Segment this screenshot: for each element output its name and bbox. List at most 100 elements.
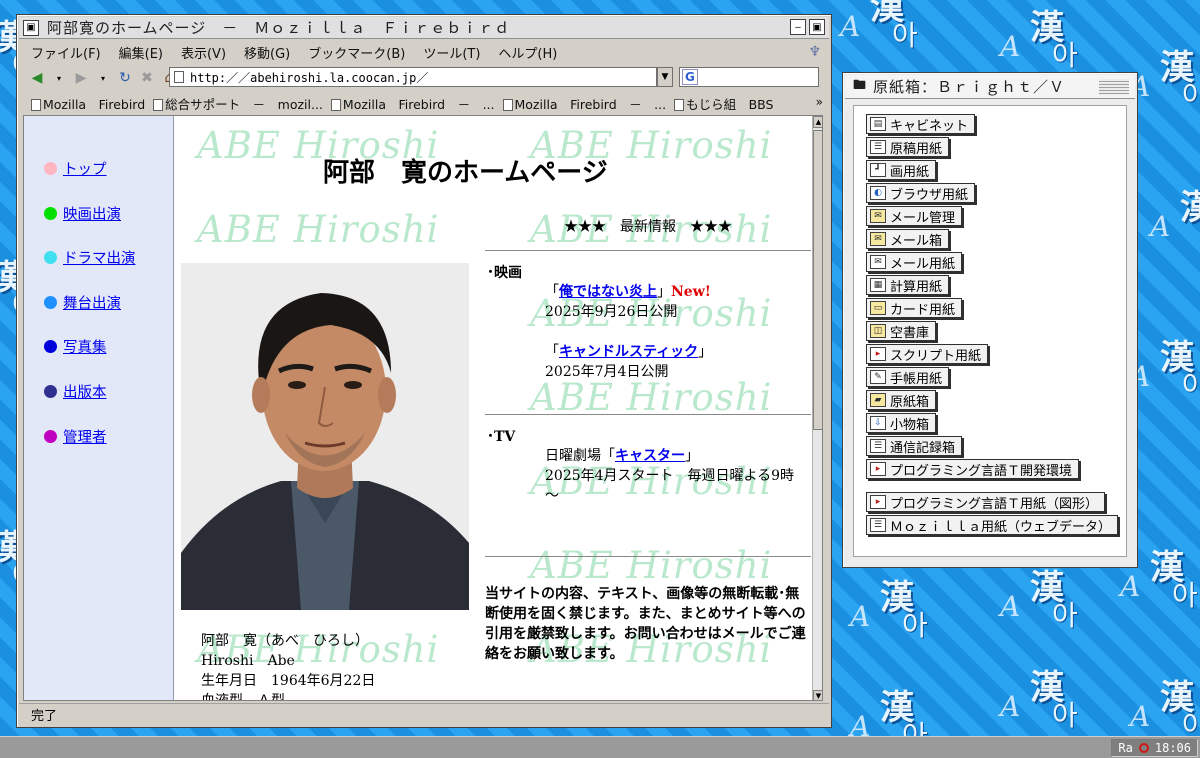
profile-bloodtype: 血液型 Ａ型 [201, 693, 285, 701]
scroll-thumb[interactable] [813, 130, 822, 430]
nav-stage[interactable]: 舞台出演 [44, 292, 121, 313]
bookmark-item[interactable]: 総合サポート － mozil... [153, 94, 323, 113]
movie1-link[interactable]: 俺ではない炎上 [559, 284, 657, 300]
bookmark-item[interactable]: もじら組 BBS [674, 94, 773, 113]
status-bar: 完了 [19, 703, 829, 725]
nav-photobooks[interactable]: 写真集 [44, 336, 107, 357]
power-icon[interactable] [1138, 743, 1149, 753]
item-accessory-box[interactable]: ⇩ 小物箱 [866, 413, 937, 433]
item-mailbox[interactable]: ✉ メール箱 [866, 229, 950, 249]
item-mail-manager[interactable]: ✉ メール管理 [866, 206, 963, 226]
tv-link[interactable]: キャスター [615, 448, 685, 464]
nav-bullet-icon [44, 296, 57, 309]
item-label: 小物箱 [890, 417, 930, 433]
scroll-up-icon[interactable]: ▲ [813, 116, 822, 128]
item-script-paper[interactable]: ▸ スクリプト用紙 [866, 344, 989, 364]
item-label: メール用紙 [890, 256, 956, 272]
item-comm-log-box[interactable]: ☰ 通信記録箱 [866, 436, 963, 456]
copyright-notice: 当サイトの内容、テキスト、画像等の無断転載･無断使用を固く禁じます。また、まとめ… [485, 586, 806, 662]
item-t-dev-env[interactable]: ▸ プログラミング言語Ｔ開発環境 [866, 459, 1080, 479]
template-box-title-bar[interactable]: 🖿 原紙箱：Ｂｒｉｇｈｔ／Ｖ [845, 75, 1135, 99]
nav-link[interactable]: 映画出演 [63, 203, 121, 224]
item-spreadsheet[interactable]: ▦ 計算用紙 [866, 275, 950, 295]
bookmark-item[interactable]: Mozilla Firebird － ... [502, 94, 666, 113]
back-icon[interactable]: ◀ [27, 68, 47, 88]
stop-icon[interactable]: ✖ [137, 68, 157, 88]
mailbox-icon: ✉ [870, 232, 886, 246]
portrait-image [181, 263, 469, 610]
reload-icon[interactable]: ↻ [115, 68, 135, 88]
item-template-box[interactable]: ▰ 原紙箱 [866, 390, 937, 410]
item-label: キャビネット [890, 118, 969, 134]
news-entry-tv: 日曜劇場「キャスター」 2025年4月スタート 毎週日曜よる9時～ [545, 446, 807, 506]
vertical-scrollbar[interactable]: ▲ ▼ [812, 116, 822, 700]
nav-top[interactable]: トップ [44, 158, 107, 179]
item-mail-paper[interactable]: ✉ メール用紙 [866, 252, 963, 272]
watermark-text: ABE Hiroshi [530, 544, 773, 587]
nav-link[interactable]: 写真集 [63, 336, 107, 357]
item-browser-paper[interactable]: ◐ ブラウザ用紙 [866, 183, 976, 203]
bookmark-item[interactable]: Mozilla Firebird － ... [330, 94, 495, 113]
wallpaper-tile: 漢A아 [850, 578, 928, 642]
bookmark-label: 総合サポート － mozil... [165, 96, 323, 112]
nav-publications[interactable]: 出版本 [44, 381, 107, 402]
url-input[interactable]: http:／／abehiroshi.la.coocan.jp／ [169, 67, 657, 87]
menu-help[interactable]: ヘルプ(H) [498, 43, 557, 62]
item-label: 通信記録箱 [890, 440, 956, 456]
scroll-down-icon[interactable]: ▼ [813, 690, 822, 700]
page-icon [174, 71, 184, 83]
comm-log-icon: ☰ [870, 439, 886, 453]
bracket-open: 「 [545, 284, 559, 300]
news-header: ★★★ 最新情報 ★★★ [564, 219, 732, 235]
close-icon[interactable]: ▣ [809, 19, 825, 35]
movie2-link[interactable]: キャンドルスティック [559, 344, 698, 360]
wallpaper-tile: 漢A아 [850, 688, 928, 736]
menu-edit[interactable]: 編集(E) [119, 43, 163, 62]
menu-bookmarks[interactable]: ブックマーク(B) [308, 43, 405, 62]
system-tray: Ra 18:06 [1111, 739, 1198, 757]
back-dropdown-icon[interactable]: ▾ [49, 68, 69, 88]
browser-icon: ◐ [870, 186, 886, 200]
item-t-code-paper[interactable]: ▸ プログラミング言語Ｔ用紙（図形） [866, 492, 1106, 512]
item-manuscript-paper[interactable]: ☰ 原稿用紙 [866, 137, 950, 157]
bookmark-page-icon [31, 98, 41, 111]
bookmark-item[interactable]: Mozilla Firebird [31, 94, 145, 113]
nav-link[interactable]: 出版本 [63, 381, 107, 402]
nav-bullet-icon [44, 251, 57, 264]
browser-title-bar[interactable]: ▣ 阿部寛のホームページ － Ｍｏｚｉｌｌａ Ｆｉｒｅｂｉｒｄ ‒ ▣ [19, 17, 829, 39]
forward-icon[interactable]: ▶ [71, 68, 91, 88]
menu-file[interactable]: ファイル(F) [31, 43, 101, 62]
item-drawing-paper[interactable]: ┛ 画用紙 [866, 160, 937, 180]
watermark-text: ABE Hiroshi [530, 376, 773, 419]
minimize-icon[interactable]: ‒ [790, 19, 806, 35]
bookmarks-overflow-button[interactable]: » [816, 95, 823, 109]
menu-tools[interactable]: ツール(T) [423, 43, 480, 62]
nav-link[interactable]: トップ [63, 158, 107, 179]
nav-dramas[interactable]: ドラマ出演 [44, 247, 136, 268]
url-dropdown-icon[interactable]: ▼ [657, 67, 673, 87]
menu-view[interactable]: 表示(V) [181, 43, 226, 62]
item-notebook-paper[interactable]: ✎ 手帳用紙 [866, 367, 950, 387]
menu-go[interactable]: 移動(G) [244, 43, 290, 62]
item-label: プログラミング言語Ｔ開発環境 [890, 463, 1073, 479]
window-menu-icon[interactable]: ▣ [23, 19, 39, 36]
nav-admin[interactable]: 管理者 [44, 426, 107, 447]
item-empty-archive[interactable]: ◫ 空書庫 [866, 321, 937, 341]
search-input[interactable]: G [679, 67, 819, 87]
item-mozilla-paper[interactable]: ☰ Ｍｏｚｉｌｌａ用紙（ウェブデータ） [866, 515, 1119, 535]
nav-link[interactable]: 舞台出演 [63, 292, 121, 313]
forward-dropdown-icon[interactable]: ▾ [93, 68, 113, 88]
portrait-photo [181, 263, 469, 610]
folder-icon: 🖿 [853, 77, 868, 93]
card-icon: ▭ [870, 301, 886, 315]
item-card-paper[interactable]: ▭ カード用紙 [866, 298, 963, 318]
wallpaper-tile: 漢A아 [1130, 678, 1200, 736]
input-method-indicator[interactable]: Ra [1118, 741, 1132, 755]
nav-link[interactable]: ドラマ出演 [63, 247, 136, 268]
search-engine-icon[interactable]: G [682, 69, 698, 85]
tv-prefix: 日曜劇場「 [545, 448, 615, 464]
nav-movies[interactable]: 映画出演 [44, 203, 121, 224]
nav-bullet-icon [44, 207, 57, 220]
nav-link[interactable]: 管理者 [63, 426, 107, 447]
item-cabinet[interactable]: ▤ キャビネット [866, 114, 976, 134]
